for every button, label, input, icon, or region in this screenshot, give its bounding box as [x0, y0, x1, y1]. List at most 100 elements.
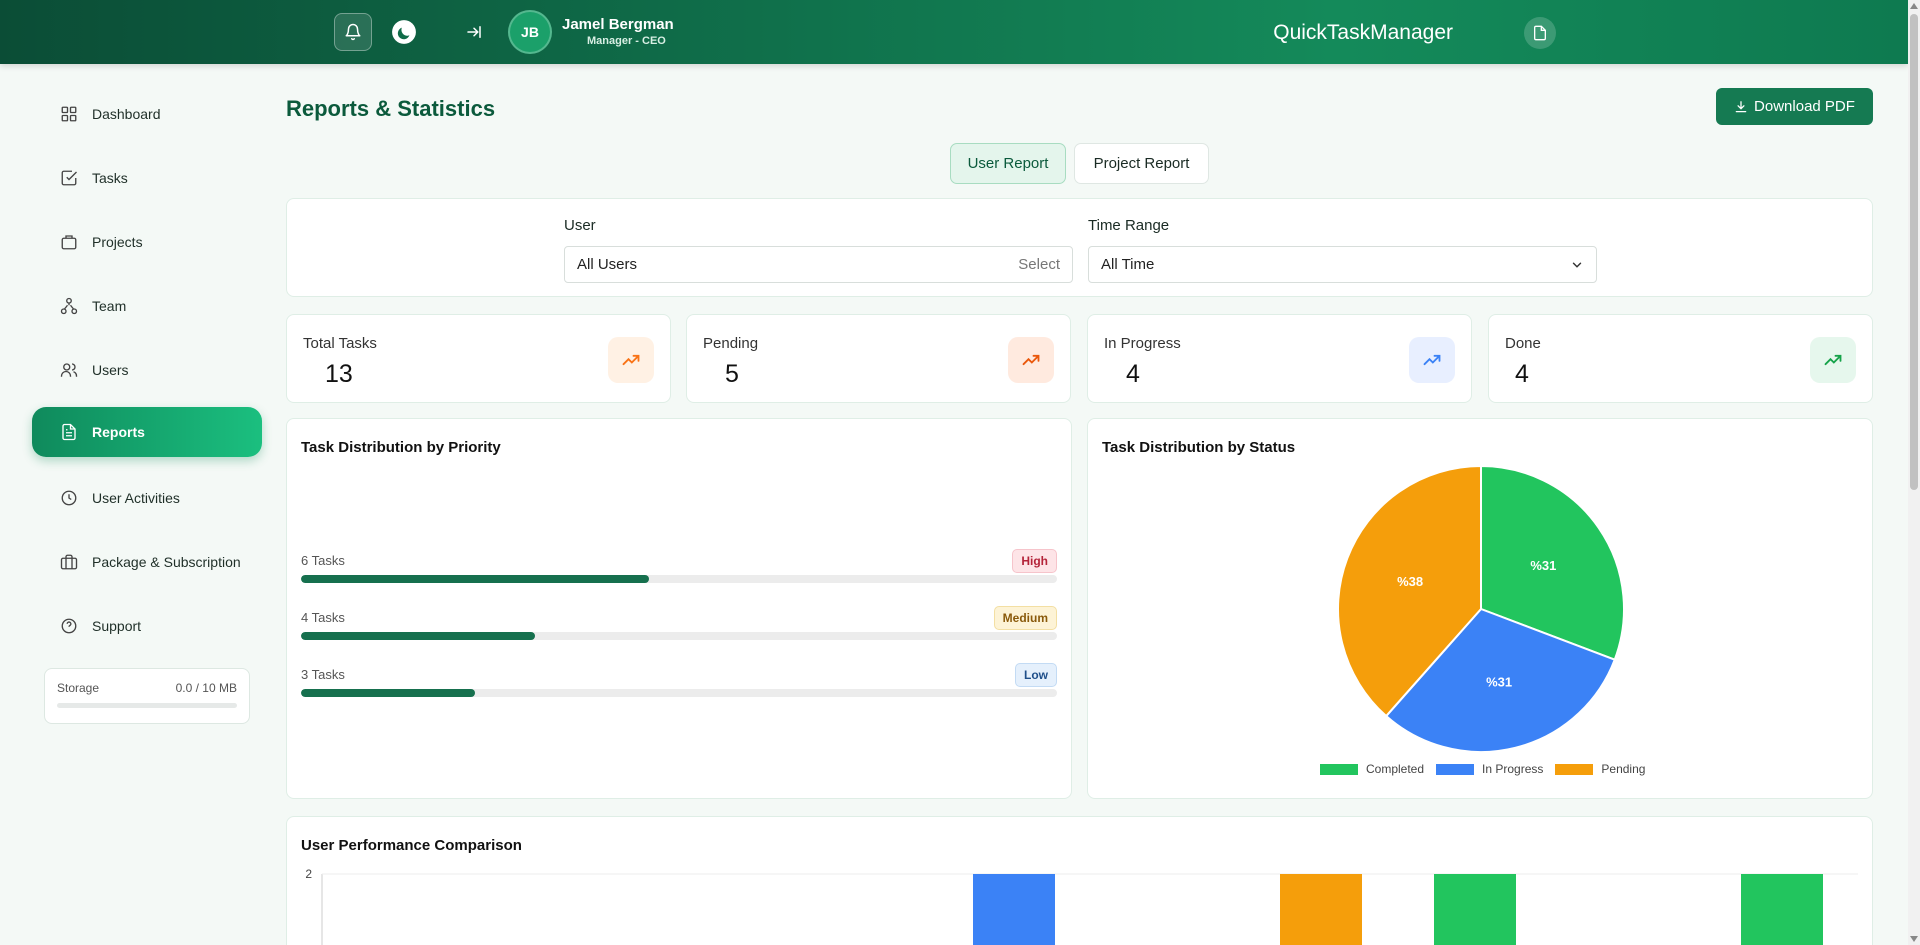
help-circle-icon: [61, 618, 77, 634]
scroll-thumb[interactable]: [1910, 14, 1918, 490]
priority-progress-fill: [301, 632, 536, 640]
priority-progress-track: [301, 689, 1057, 697]
performance-bar[interactable]: [1434, 874, 1516, 945]
file-icon: [1534, 25, 1546, 41]
storage-label: Storage: [57, 681, 100, 695]
panel-title: Task Distribution by Priority: [301, 439, 501, 456]
trending-up-icon: [1824, 354, 1842, 366]
user-role: Manager - CEO: [587, 35, 666, 47]
performance-bar-chart: 2: [305, 867, 1858, 945]
stat-icon-box: [608, 337, 654, 383]
priority-progress-track: [301, 575, 1057, 583]
sidebar-item-label: Dashboard: [92, 106, 161, 122]
sidebar-item-label: Tasks: [92, 170, 128, 186]
sidebar-item-dashboard[interactable]: Dashboard: [32, 89, 262, 139]
sidebar-collapse-button[interactable]: [455, 13, 493, 51]
stat-card-in-progress: In Progress 4: [1087, 314, 1472, 403]
sidebar-item-label: Users: [92, 362, 129, 378]
tab-project-report[interactable]: Project Report: [1074, 143, 1209, 184]
theme-toggle-button[interactable]: [385, 13, 423, 51]
legend-item-pending: Pending: [1555, 762, 1645, 776]
priority-progress-track: [301, 632, 1057, 640]
sidebar-item-team[interactable]: Team: [32, 281, 262, 331]
package-icon: [60, 554, 78, 570]
sidebar-item-label: Team: [92, 298, 127, 314]
priority-progress-fill: [301, 689, 475, 697]
sidebar-item-label: Projects: [92, 234, 143, 250]
scroll-down-arrow[interactable]: [1910, 936, 1918, 942]
pie-slice-label: %31: [1530, 558, 1556, 573]
page-title: Reports & Statistics: [286, 96, 496, 121]
legend-swatch: [1555, 763, 1594, 775]
download-pdf-label: Download PDF: [1754, 98, 1855, 115]
priority-progress-fill: [301, 575, 649, 583]
user-filter-label: User: [564, 217, 596, 234]
app-logo: [1524, 17, 1556, 49]
sidebar-item-user-activities[interactable]: User Activities: [32, 473, 262, 523]
priority-count: 6 Tasks: [301, 553, 345, 568]
avatar[interactable]: JB: [508, 10, 552, 54]
scroll-up-arrow[interactable]: [1910, 3, 1918, 9]
pie-slice-label: %31: [1486, 675, 1512, 690]
sidebar-item-reports[interactable]: Reports: [32, 407, 262, 457]
time-range-label: Time Range: [1088, 217, 1170, 234]
top-bar: JB Jamel Bergman Manager - CEO QuickTask…: [0, 0, 1908, 64]
stat-label: Total Tasks: [303, 335, 377, 352]
sidebar-item-projects[interactable]: Projects: [32, 217, 262, 267]
priority-badge-high: High: [1012, 549, 1057, 573]
trending-up-icon: [622, 354, 640, 366]
stat-value: 4: [1515, 360, 1529, 388]
sidebar-item-tasks[interactable]: Tasks: [32, 153, 262, 203]
checkbox-icon: [61, 170, 77, 186]
trending-up-icon: [1022, 354, 1040, 366]
sidebar-item-users[interactable]: Users: [32, 345, 262, 395]
tab-user-report[interactable]: User Report: [950, 143, 1066, 184]
priority-count: 4 Tasks: [301, 610, 345, 625]
priority-distribution-panel: Task Distribution by Priority 6 Tasks Hi…: [286, 418, 1072, 799]
sidebar-item-label: Support: [92, 618, 142, 634]
legend-label: Pending: [1601, 762, 1646, 776]
performance-bar[interactable]: [1280, 874, 1362, 945]
chevron-down-icon: [1572, 262, 1582, 268]
user-select[interactable]: All Users Select: [564, 246, 1073, 283]
sidebar: Dashboard Tasks Projects Team Users Repo…: [0, 64, 270, 945]
sidebar-item-label: User Activities: [92, 490, 180, 506]
users-icon: [60, 363, 78, 377]
user-name: Jamel Bergman: [562, 16, 674, 33]
stat-value: 13: [325, 360, 353, 388]
priority-badge-low: Low: [1015, 663, 1057, 687]
clock-icon: [61, 490, 77, 506]
stat-card-pending: Pending 5: [686, 314, 1071, 403]
user-performance-panel: User Performance Comparison 2: [286, 816, 1873, 945]
performance-bar[interactable]: [1741, 874, 1823, 945]
priority-count: 3 Tasks: [301, 667, 345, 682]
legend-label: In Progress: [1482, 762, 1544, 776]
user-select-hint: Select: [1018, 256, 1060, 273]
stat-value: 4: [1126, 360, 1140, 388]
download-pdf-button[interactable]: Download PDF: [1716, 88, 1873, 125]
moon-icon: [392, 20, 416, 44]
sidebar-item-package-subscription[interactable]: Package & Subscription: [32, 537, 262, 587]
team-network-icon: [60, 297, 78, 315]
y-tick-label: 2: [305, 867, 312, 881]
legend-swatch: [1320, 763, 1358, 775]
filter-card: User All Users Select Time Range All Tim…: [286, 198, 1873, 297]
performance-bar[interactable]: [973, 874, 1055, 945]
storage-value: 0.0 / 10 MB: [175, 681, 237, 695]
stat-value: 5: [725, 360, 739, 388]
stat-label: Pending: [703, 335, 759, 352]
stat-label: In Progress: [1104, 335, 1181, 352]
trending-up-icon: [1423, 354, 1441, 366]
legend-item-in-progress: In Progress: [1436, 762, 1543, 776]
sidebar-item-label: Package & Subscription: [92, 554, 241, 570]
sidebar-item-support[interactable]: Support: [32, 601, 262, 651]
notification-button[interactable]: [334, 13, 372, 51]
priority-badge-medium: Medium: [993, 606, 1057, 630]
page-scrollbar[interactable]: [1908, 0, 1920, 945]
stat-card-total-tasks: Total Tasks 13: [286, 314, 671, 403]
time-range-select[interactable]: All Time: [1088, 246, 1597, 283]
user-select-value: All Users: [577, 256, 638, 273]
status-pie-chart: %31 %31 %38: [1337, 464, 1625, 753]
stat-icon-box: [1008, 337, 1054, 383]
storage-widget: Storage 0.0 / 10 MB: [44, 668, 250, 724]
